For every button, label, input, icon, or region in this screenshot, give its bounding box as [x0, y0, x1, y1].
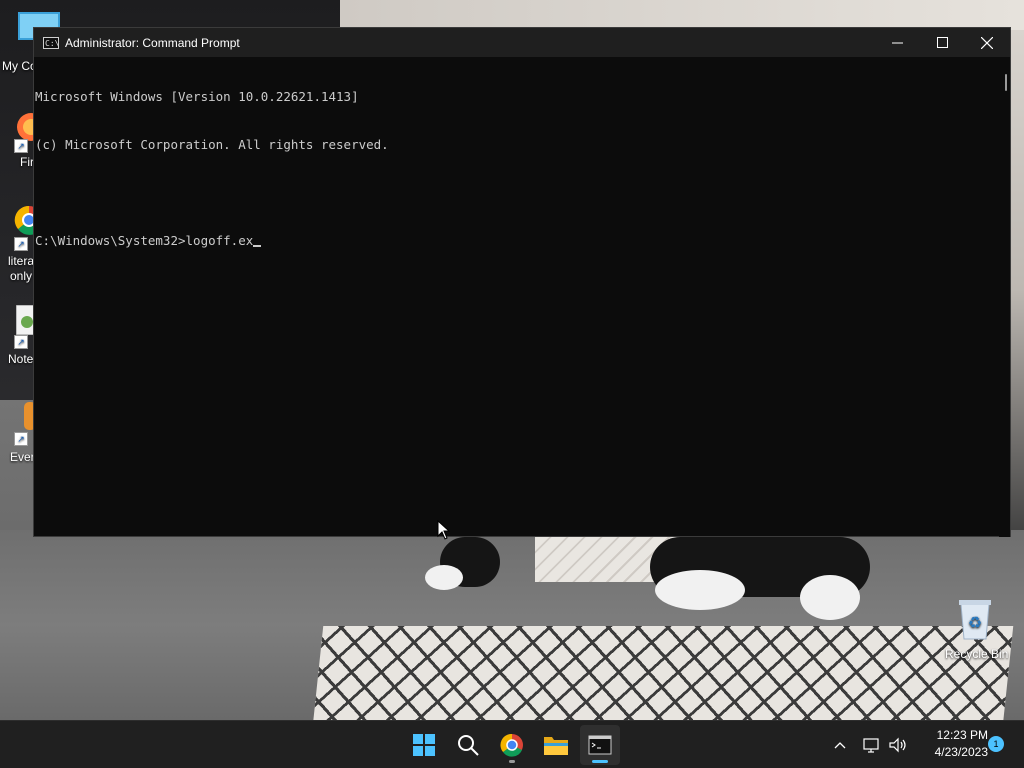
windows-start-icon: [413, 734, 435, 756]
recycle-bin-icon: ♻: [959, 600, 991, 640]
shortcut-arrow-icon: ↗: [14, 237, 28, 251]
network-button[interactable]: [860, 733, 884, 757]
start-button[interactable]: [404, 725, 444, 765]
shortcut-arrow-icon: ↗: [14, 139, 28, 153]
maximize-icon: [936, 37, 948, 48]
running-indicator: [509, 760, 515, 763]
taskbar-terminal-button[interactable]: [580, 725, 620, 765]
volume-button[interactable]: [886, 733, 910, 757]
chevron-up-icon: [834, 742, 846, 749]
console-line: Microsoft Windows [Version 10.0.22621.14…: [35, 89, 359, 104]
window-titlebar[interactable]: C:\ Administrator: Command Prompt: [34, 28, 1010, 57]
speaker-icon: [889, 737, 906, 753]
cmd-app-icon: C:\: [43, 36, 60, 49]
taskbar-file-explorer-button[interactable]: [536, 725, 576, 765]
show-hidden-icons-button[interactable]: [828, 733, 852, 757]
clock-button[interactable]: 12:23 PM 4/23/2023: [912, 727, 988, 761]
close-button[interactable]: [964, 28, 1010, 57]
text-cursor: [253, 245, 262, 247]
close-icon: [981, 36, 993, 49]
console-prompt-line[interactable]: C:\Windows\System32>logoff.ex: [35, 233, 1000, 249]
active-indicator: [592, 760, 608, 763]
terminal-icon: [588, 735, 612, 755]
rug: [312, 626, 1014, 720]
folder-icon: [544, 737, 568, 755]
notification-badge[interactable]: 1: [988, 736, 1004, 752]
vertical-scrollbar[interactable]: [999, 57, 1010, 537]
search-button[interactable]: [448, 725, 488, 765]
chrome-icon: [500, 733, 523, 757]
taskbar-chrome-button[interactable]: [492, 725, 532, 765]
scrollbar-thumb[interactable]: [1005, 74, 1007, 91]
window-title: Administrator: Command Prompt: [65, 35, 240, 50]
search-icon: [458, 735, 479, 756]
console-line: (c) Microsoft Corporation. All rights re…: [35, 137, 389, 152]
mouse-pointer-icon: [437, 520, 451, 540]
clock-time: 12:23 PM: [936, 728, 988, 742]
command-input[interactable]: C:\Windows\System32>logoff.ex: [35, 233, 253, 248]
command-prompt-window[interactable]: C:\ Administrator: Command Prompt Micros…: [33, 27, 1011, 537]
minimize-icon: [891, 42, 903, 44]
shortcut-arrow-icon: ↗: [14, 335, 28, 349]
console-output[interactable]: Microsoft Windows [Version 10.0.22621.14…: [34, 57, 1000, 537]
network-icon: [863, 738, 879, 753]
minimize-button[interactable]: [874, 28, 920, 57]
maximize-button[interactable]: [919, 28, 965, 57]
taskbar: 12:23 PM 4/23/2023 1: [0, 720, 1024, 768]
svg-text:♻: ♻: [968, 615, 982, 632]
shortcut-arrow-icon: ↗: [14, 432, 28, 446]
clock-date: 4/23/2023: [934, 745, 988, 759]
